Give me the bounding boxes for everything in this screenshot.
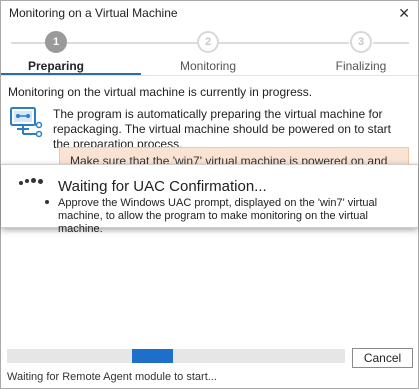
- progress-bar: [7, 349, 345, 363]
- dialog-window: Monitoring on a Virtual Machine ✕ 1 Prep…: [0, 0, 419, 389]
- step-number: 2: [197, 31, 219, 53]
- header-divider: [1, 75, 418, 76]
- step-monitoring: 2 Monitoring: [158, 31, 258, 73]
- footer-status: Waiting for Remote Agent module to start…: [7, 371, 217, 383]
- info-text: The program is automatically preparing t…: [53, 107, 391, 151]
- step-preparing: 1 Preparing: [6, 31, 106, 73]
- status-message: Monitoring on the virtual machine is cur…: [8, 85, 313, 99]
- title-bar: Monitoring on a Virtual Machine ✕: [1, 1, 418, 25]
- step-number: 1: [45, 31, 67, 53]
- cancel-button[interactable]: Cancel: [352, 348, 413, 368]
- step-number: 3: [350, 31, 372, 53]
- overlay-title: Waiting for UAC Confirmation...: [58, 178, 267, 195]
- loading-spinner-icon: [17, 173, 49, 207]
- step-label: Monitoring: [179, 59, 237, 73]
- overlay-body: Approve the Windows UAC prompt, displaye…: [58, 197, 378, 235]
- wizard-stepper: 1 Preparing 2 Monitoring 3 Finalizing: [1, 31, 418, 75]
- progress-fill: [132, 349, 173, 363]
- window-title: Monitoring on a Virtual Machine: [9, 6, 178, 20]
- step-label: Preparing: [27, 59, 84, 73]
- step-finalizing: 3 Finalizing: [311, 31, 411, 73]
- virtual-machine-icon: [9, 105, 43, 139]
- close-icon[interactable]: ✕: [398, 6, 410, 20]
- step-label: Finalizing: [335, 59, 387, 73]
